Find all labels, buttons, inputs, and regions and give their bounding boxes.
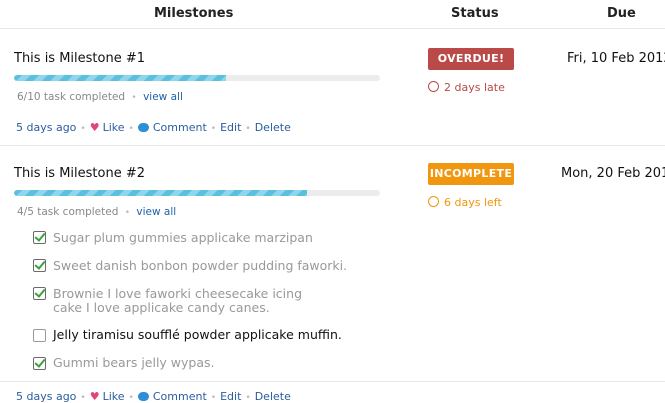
delete-button[interactable]: Delete [255, 390, 291, 403]
task-count: 4/5 task completed [17, 206, 119, 218]
milestone-task-summary: 6/10 task completed • view all [17, 91, 183, 103]
column-header-milestones: Milestones [154, 6, 234, 21]
milestone-actions: 5 days ago • ♥ Like • Comment • Edit • Delete [16, 121, 291, 134]
timestamp: 5 days ago [16, 390, 77, 403]
column-header-status: Status [451, 6, 499, 21]
task-count: 6/10 task completed [17, 91, 126, 103]
milestone-title[interactable]: This is Milestone #2 [14, 166, 145, 181]
stopwatch-icon [428, 196, 439, 207]
task-label: Jelly tiramisu soufflé powder applicake … [53, 327, 342, 342]
like-button[interactable]: Like [103, 390, 125, 403]
timestamp: 5 days ago [16, 121, 77, 134]
milestone-actions: 5 days ago • ♥ Like • Comment • Edit • Delete [16, 390, 291, 403]
status-timer: 6 days left [428, 195, 502, 209]
task-label: Gummi bears jelly wypas. [53, 355, 215, 370]
edit-button[interactable]: Edit [220, 121, 241, 134]
task-checkbox[interactable] [33, 329, 46, 342]
task-checkbox[interactable] [33, 259, 46, 272]
milestone-task-summary: 4/5 task completed • view all [17, 206, 177, 218]
status-timer: 2 days late [428, 80, 505, 94]
row-divider [0, 145, 665, 146]
milestone-title[interactable]: This is Milestone #1 [14, 51, 145, 66]
column-header-due: Due [607, 6, 636, 21]
row-divider [0, 381, 665, 382]
comment-button[interactable]: Comment [153, 390, 207, 403]
stopwatch-icon [428, 81, 439, 92]
task-checkbox[interactable] [33, 231, 46, 244]
view-all-link[interactable]: view all [136, 206, 176, 218]
view-all-link[interactable]: view all [143, 91, 183, 103]
delete-button[interactable]: Delete [255, 121, 291, 134]
header-divider [0, 28, 665, 29]
milestone-progress-bar [14, 75, 380, 81]
milestone-progress-bar [14, 190, 380, 196]
heart-icon: ♥ [89, 121, 100, 134]
milestone-progress-fill [14, 190, 307, 196]
comment-button[interactable]: Comment [153, 121, 207, 134]
task-label-line2: cake I love applicake candy canes. [53, 300, 270, 315]
task-label-line1: Brownie I love faworki cheesecake icing [53, 286, 303, 301]
status-badge-overdue: OVERDUE! [428, 48, 514, 70]
milestone-progress-fill [14, 75, 227, 81]
timer-text: 2 days late [444, 81, 505, 94]
timer-text: 6 days left [444, 196, 502, 209]
edit-button[interactable]: Edit [220, 390, 241, 403]
task-label: Sugar plum gummies applicake marzipan [53, 230, 313, 245]
status-badge-incomplete: INCOMPLETE [428, 163, 514, 185]
heart-icon: ♥ [89, 390, 100, 403]
due-date: Fri, 10 Feb 2012 [567, 51, 665, 66]
task-label: Sweet danish bonbon powder pudding fawor… [53, 258, 348, 273]
due-date: Mon, 20 Feb 2012 [561, 166, 665, 181]
task-checkbox[interactable] [33, 357, 46, 370]
task-checkbox[interactable] [33, 287, 46, 300]
like-button[interactable]: Like [103, 121, 125, 134]
comment-icon [137, 123, 149, 132]
